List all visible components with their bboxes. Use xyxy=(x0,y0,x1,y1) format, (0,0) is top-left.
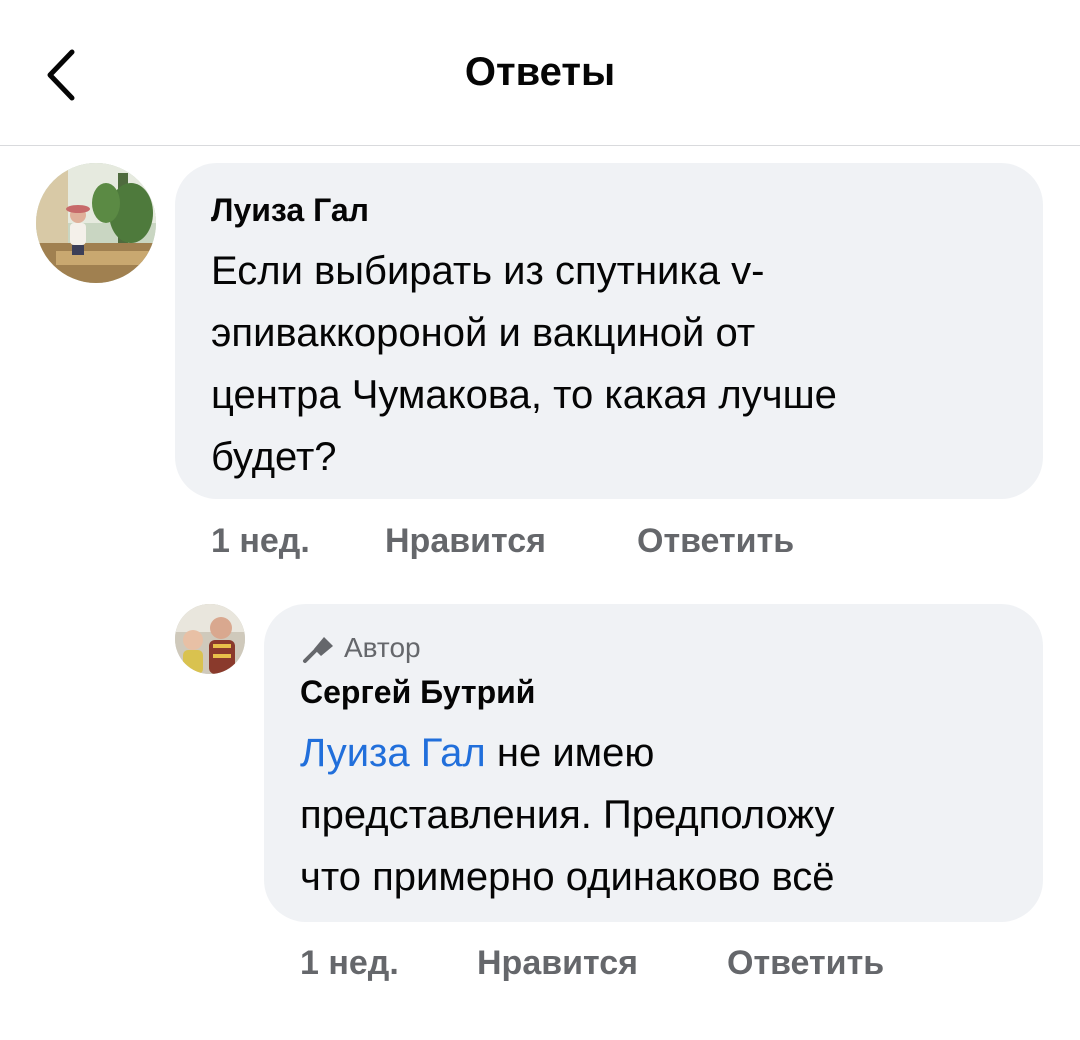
reply-actions: 1 нед. Нравится Ответить xyxy=(0,944,1080,988)
avatar[interactable] xyxy=(36,163,156,283)
reply-author-name[interactable]: Сергей Бутрий xyxy=(300,674,535,711)
avatar-photo xyxy=(175,604,245,674)
comment-timestamp: 1 нед. xyxy=(211,522,310,560)
reply-text-first: не имею xyxy=(485,731,655,775)
like-button[interactable]: Нравится xyxy=(477,944,638,983)
comment-text: Если выбирать из спутника v- эпиваккорон… xyxy=(211,240,1031,488)
reply-text-line: что примерно одинаково всё xyxy=(300,855,835,899)
comment-author-name[interactable]: Луиза Гал xyxy=(211,192,369,229)
reply-text-line: представления. Предположу xyxy=(300,793,835,837)
mention-link[interactable]: Луиза Гал xyxy=(300,731,486,775)
reply-text-line: Луиза Гал не имею xyxy=(300,722,1030,784)
comment-text-line: будет? xyxy=(211,435,337,479)
like-button[interactable]: Нравится xyxy=(385,522,546,561)
comment-text-line: центра Чумакова, то какая лучше xyxy=(211,373,837,417)
reply-timestamp: 1 нед. xyxy=(300,944,399,982)
comment-text-line: Если выбирать из спутника v- xyxy=(211,249,765,293)
reply-text: Луиза Гал не имею представления. Предпол… xyxy=(300,722,1030,908)
microphone-icon xyxy=(303,637,333,663)
avatar-photo xyxy=(36,163,156,283)
reply-button[interactable]: Ответить xyxy=(637,522,794,561)
page-title: Ответы xyxy=(464,50,616,94)
reply-avatar[interactable] xyxy=(175,604,245,674)
author-badge-label: Автор xyxy=(344,632,421,663)
comment-text-line: эпиваккороной и вакциной от xyxy=(211,311,756,355)
top-bar: Ответы xyxy=(0,0,1080,146)
comment-actions: 1 нед. Нравится Ответить xyxy=(0,522,1080,566)
reply-button[interactable]: Ответить xyxy=(727,944,884,983)
